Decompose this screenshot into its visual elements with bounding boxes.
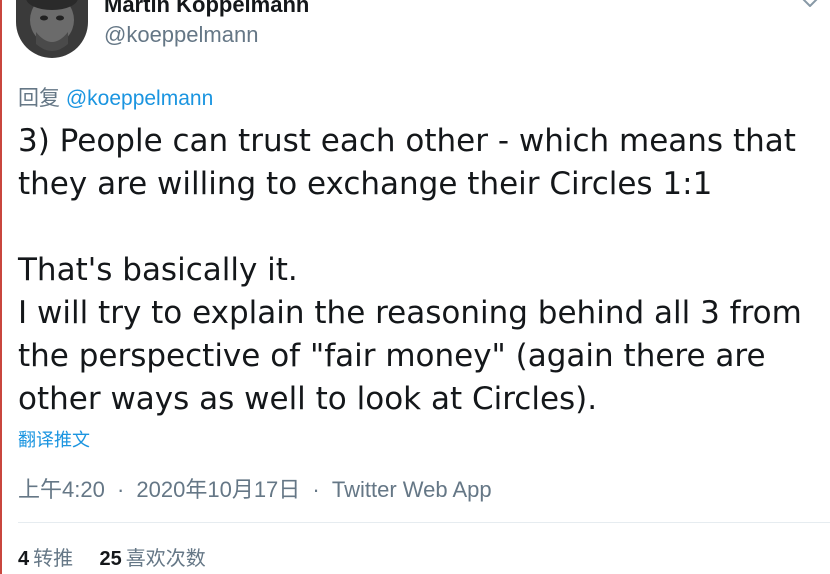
likes-stat[interactable]: 25 喜欢次数 — [99, 546, 205, 570]
tweet-time[interactable]: 上午4:20 — [18, 477, 105, 502]
tweet-date[interactable]: 2020年10月17日 — [136, 477, 300, 502]
tweet-text: 3) People can trust each other - which m… — [18, 120, 818, 421]
retweets-label: 转推 — [33, 546, 74, 570]
tweet-stats: 4 转推 25 喜欢次数 — [18, 542, 226, 571]
translate-tweet-link[interactable]: 翻译推文 — [18, 426, 90, 452]
meta-separator: · — [312, 477, 320, 502]
tweet-paragraph-gap — [18, 206, 818, 249]
avatar[interactable] — [16, 0, 88, 58]
tweet-line: 3) People can trust each other - which m… — [18, 123, 796, 159]
retweets-stat[interactable]: 4 转推 — [18, 546, 79, 570]
tweet-line: other ways as well to look at Circles). — [18, 381, 598, 417]
tweet-meta: 上午4:20 · 2020年10月17日 · Twitter Web App — [18, 472, 492, 504]
divider — [18, 522, 830, 523]
tweet-source[interactable]: Twitter Web App — [332, 477, 492, 502]
tweet-line: That's basically it. — [18, 252, 298, 288]
retweets-count: 4 — [18, 548, 30, 570]
meta-separator: · — [116, 477, 125, 502]
tweet-line: they are willing to exchange their Circl… — [18, 166, 713, 202]
reply-prefix: 回复 — [18, 87, 60, 110]
avatar-image — [16, 0, 88, 58]
left-border — [0, 0, 2, 574]
tweet-line: the perspective of "fair money" (again t… — [18, 338, 766, 374]
reply-context: 回复 @koeppelmann — [18, 82, 213, 112]
tweet-line: I will try to explain the reasoning behi… — [18, 295, 802, 331]
author-handle[interactable]: @koeppelmann — [104, 22, 258, 48]
reply-to-handle-link[interactable]: @koeppelmann — [66, 87, 213, 110]
chevron-down-icon[interactable] — [798, 0, 822, 14]
author-display-name[interactable]: Martin Köppelmann — [104, 0, 309, 18]
likes-label: 喜欢次数 — [125, 546, 206, 570]
likes-count: 25 — [99, 548, 122, 570]
